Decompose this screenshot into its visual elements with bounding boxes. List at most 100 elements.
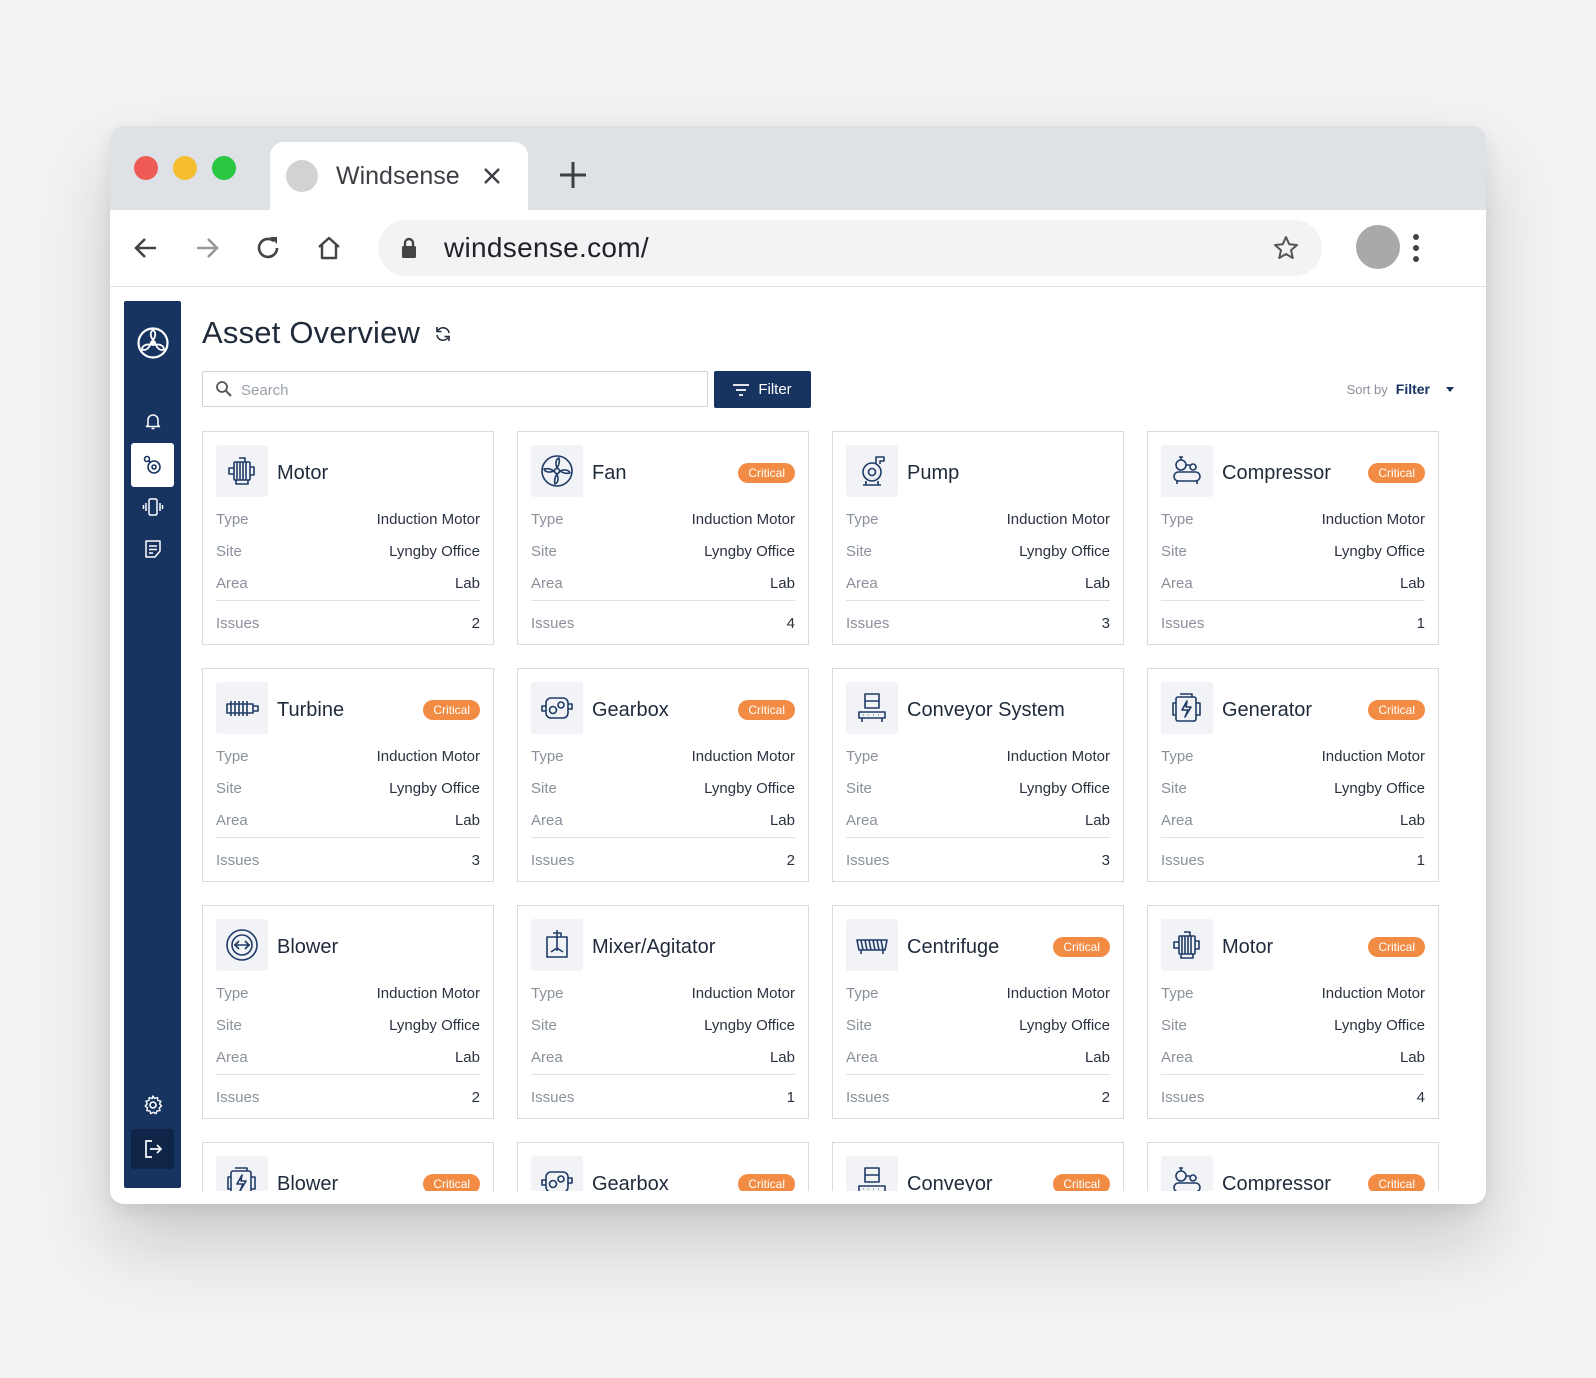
card-divider: [846, 837, 1110, 838]
asset-type-row: Type Induction Motor: [531, 510, 795, 530]
asset-card[interactable]: Blower Critical: [202, 1142, 494, 1191]
asset-card[interactable]: Compressor Critical: [1147, 1142, 1439, 1191]
asset-site-value: Lyngby Office: [1334, 780, 1425, 797]
asset-name: Conveyor: [907, 1173, 993, 1191]
asset-type-label: Type: [846, 511, 879, 528]
asset-site-row: Site Lyngby Office: [531, 542, 795, 562]
asset-site-row: Site Lyngby Office: [1161, 542, 1425, 562]
sort-by-control[interactable]: Sort by Filter: [1347, 381, 1454, 397]
asset-card[interactable]: Gearbox Critical Type Induction Motor Sit…: [517, 668, 809, 882]
asset-card[interactable]: Gearbox Critical: [517, 1142, 809, 1191]
asset-site-label: Site: [1161, 1017, 1187, 1034]
asset-site-row: Site Lyngby Office: [846, 779, 1110, 799]
asset-area-row: Area Lab: [216, 1048, 480, 1068]
asset-issues-value: 1: [1416, 852, 1425, 869]
sidebar-item-notifications[interactable]: [124, 401, 181, 441]
bookmark-star-icon[interactable]: [1272, 234, 1300, 262]
conveyor-icon: [846, 1156, 898, 1191]
search-input[interactable]: [239, 372, 693, 408]
asset-issues-label: Issues: [531, 615, 575, 632]
asset-site-label: Site: [846, 780, 872, 797]
asset-type-value: Induction Motor: [376, 748, 480, 765]
asset-area-row: Area Lab: [531, 1048, 795, 1068]
asset-site-label: Site: [531, 543, 557, 560]
asset-issues-value: 1: [786, 1089, 795, 1106]
sidebar-item-settings[interactable]: [124, 1085, 181, 1125]
asset-issues-row: Issues 4: [531, 614, 795, 634]
page-title: Asset Overview: [202, 315, 421, 350]
search-icon: [216, 381, 232, 397]
card-divider: [216, 837, 480, 838]
windsense-logo[interactable]: [124, 321, 181, 365]
asset-card[interactable]: Pump Type Induction Motor Site Lyngby Of…: [832, 431, 1124, 645]
browser-tab[interactable]: Windsense: [270, 142, 528, 210]
asset-card[interactable]: Centrifuge Critical Type Induction Motor …: [832, 905, 1124, 1119]
asset-card[interactable]: Blower Type Induction Motor Site Lyngby …: [202, 905, 494, 1119]
asset-name: Compressor: [1222, 462, 1331, 484]
back-icon[interactable]: [132, 234, 160, 262]
asset-type-row: Type Induction Motor: [216, 984, 480, 1004]
close-tab-icon[interactable]: [480, 164, 504, 188]
close-window-button[interactable]: [134, 156, 158, 180]
asset-issues-row: Issues 1: [531, 1088, 795, 1108]
browser-menu-icon[interactable]: [1412, 232, 1420, 264]
asset-issues-value: 3: [1101, 615, 1110, 632]
asset-card[interactable]: Conveyor System Type Induction Motor Sit…: [832, 668, 1124, 882]
reload-icon[interactable]: [254, 234, 282, 262]
forward-icon[interactable]: [193, 234, 221, 262]
asset-issues-value: 2: [471, 1089, 480, 1106]
asset-issues-label: Issues: [531, 1089, 575, 1106]
sidebar-item-assets[interactable]: [131, 443, 174, 487]
asset-issues-label: Issues: [1161, 852, 1205, 869]
asset-area-label: Area: [531, 1049, 563, 1066]
asset-type-value: Induction Motor: [1321, 511, 1425, 528]
profile-avatar[interactable]: [1356, 225, 1400, 269]
asset-area-label: Area: [216, 575, 248, 592]
asset-card[interactable]: Motor Critical Type Induction Motor Site …: [1147, 905, 1439, 1119]
refresh-icon[interactable]: [434, 325, 452, 343]
tab-title: Windsense: [336, 162, 460, 190]
new-tab-icon[interactable]: [558, 160, 588, 190]
asset-area-label: Area: [531, 575, 563, 592]
sidebar-item-reports[interactable]: [124, 529, 181, 569]
asset-issues-row: Issues 3: [846, 614, 1110, 634]
asset-area-row: Area Lab: [1161, 574, 1425, 594]
sidebar-item-logout[interactable]: [131, 1129, 174, 1169]
lock-icon: [402, 237, 416, 258]
asset-card[interactable]: Compressor Critical Type Induction Motor …: [1147, 431, 1439, 645]
filter-button[interactable]: Filter: [714, 371, 811, 408]
asset-issues-label: Issues: [216, 852, 260, 869]
minimize-window-button[interactable]: [173, 156, 197, 180]
asset-card[interactable]: Motor Type Induction Motor Site Lyngby O…: [202, 431, 494, 645]
asset-card[interactable]: Fan Critical Type Induction Motor Site Ly…: [517, 431, 809, 645]
card-divider: [1161, 1074, 1425, 1075]
browser-toolbar: windsense.com/: [110, 210, 1486, 287]
asset-site-row: Site Lyngby Office: [846, 1016, 1110, 1036]
asset-type-row: Type Induction Motor: [1161, 984, 1425, 1004]
maximize-window-button[interactable]: [212, 156, 236, 180]
card-divider: [216, 600, 480, 601]
asset-site-row: Site Lyngby Office: [216, 779, 480, 799]
asset-card[interactable]: Conveyor Critical: [832, 1142, 1124, 1191]
sidebar-item-vibration[interactable]: [124, 487, 181, 527]
asset-name: Compressor: [1222, 1173, 1331, 1191]
asset-area-row: Area Lab: [846, 574, 1110, 594]
asset-type-label: Type: [846, 748, 879, 765]
home-icon[interactable]: [315, 234, 343, 262]
filter-icon: [733, 383, 750, 396]
card-divider: [216, 1074, 480, 1075]
asset-name: Mixer/Agitator: [592, 936, 716, 958]
browser-window: Windsense windsense.com/ Asset Overview …: [110, 126, 1486, 1204]
address-bar[interactable]: windsense.com/: [378, 220, 1322, 276]
asset-issues-value: 4: [786, 615, 795, 632]
asset-issues-label: Issues: [1161, 615, 1205, 632]
asset-area-row: Area Lab: [216, 574, 480, 594]
card-divider: [531, 600, 795, 601]
asset-card[interactable]: Generator Critical Type Induction Motor S…: [1147, 668, 1439, 882]
critical-badge: Critical: [423, 1174, 480, 1191]
asset-type-value: Induction Motor: [1321, 985, 1425, 1002]
asset-site-row: Site Lyngby Office: [1161, 1016, 1425, 1036]
asset-card[interactable]: Mixer/Agitator Type Induction Motor Site…: [517, 905, 809, 1119]
asset-area-value: Lab: [769, 575, 795, 592]
asset-card[interactable]: Turbine Critical Type Induction Motor Sit…: [202, 668, 494, 882]
